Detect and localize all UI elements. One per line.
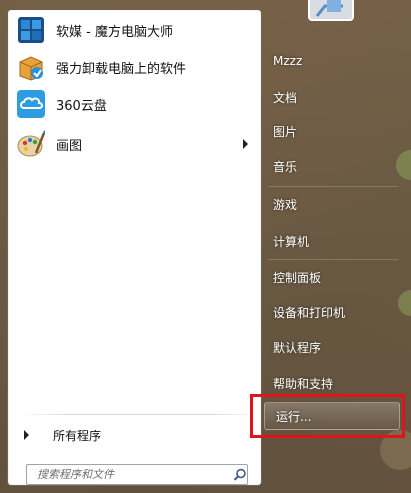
user-picture-icon[interactable]: [303, 0, 359, 22]
pictures-link[interactable]: 图片: [262, 118, 402, 144]
games-link[interactable]: 游戏: [262, 191, 402, 217]
devices-printers-link[interactable]: 设备和打印机: [262, 299, 402, 325]
all-programs-button[interactable]: 所有程序: [20, 424, 256, 446]
games-label: 游戏: [273, 197, 298, 212]
all-programs-label: 所有程序: [53, 428, 102, 443]
music-link[interactable]: 音乐: [262, 153, 402, 179]
cloud-drive-icon: [17, 90, 45, 118]
program-label: 360云盘: [56, 98, 107, 114]
default-programs-label: 默认程序: [273, 340, 322, 355]
cube-app-icon: [18, 17, 44, 43]
divider: [268, 259, 398, 260]
program-label: 画图: [56, 138, 83, 154]
documents-label: 文档: [273, 90, 298, 105]
user-folder-link[interactable]: Mzzz: [262, 48, 402, 74]
program-item-paint[interactable]: 画图: [16, 127, 256, 161]
red-highlight-box: [250, 394, 405, 438]
search-input[interactable]: [27, 468, 232, 481]
computer-label: 计算机: [273, 234, 310, 249]
program-label: 强力卸载电脑上的软件: [56, 61, 187, 77]
pictures-label: 图片: [273, 124, 298, 139]
program-item-360yunpan[interactable]: 360云盘: [16, 87, 256, 121]
computer-link[interactable]: 计算机: [262, 228, 402, 254]
divider: [268, 186, 398, 187]
program-item-uninstall[interactable]: 强力卸载电脑上的软件: [16, 50, 256, 84]
paint-palette-icon: [17, 130, 46, 157]
programs-pane: 软媒 - 魔方电脑大师 强力卸载电脑上的软件 360云盘 画图 所有程序 搜索程…: [7, 9, 262, 486]
program-item-mofang[interactable]: 软媒 - 魔方电脑大师: [16, 13, 256, 47]
divider: [22, 414, 258, 415]
submenu-arrow-icon[interactable]: [243, 139, 248, 149]
devices-printers-label: 设备和打印机: [273, 305, 346, 320]
play-arrow-icon: [24, 430, 29, 440]
help-support-link[interactable]: 帮助和支持: [262, 370, 402, 396]
default-programs-link[interactable]: 默认程序: [262, 334, 402, 360]
uninstall-box-icon: [19, 56, 43, 81]
music-label: 音乐: [273, 159, 298, 174]
control-panel-link[interactable]: 控制面板: [262, 264, 402, 290]
search-box[interactable]: [26, 464, 248, 485]
program-label: 软媒 - 魔方电脑大师: [56, 24, 173, 40]
search-icon[interactable]: [233, 468, 247, 482]
documents-link[interactable]: 文档: [262, 84, 402, 110]
control-panel-label: 控制面板: [273, 270, 322, 285]
start-menu-frame: 软媒 - 魔方电脑大师 强力卸载电脑上的软件 360云盘 画图 所有程序 搜索程…: [0, 0, 411, 493]
help-support-label: 帮助和支持: [273, 376, 334, 391]
user-folder-label: Mzzz: [273, 54, 303, 68]
